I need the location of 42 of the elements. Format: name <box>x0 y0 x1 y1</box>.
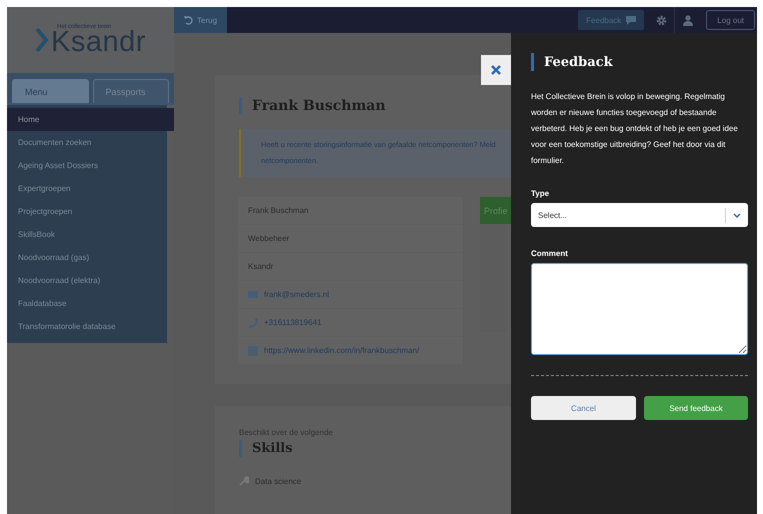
accent-bar <box>239 97 242 114</box>
sidebar-tab[interactable]: Passports <box>92 79 169 103</box>
logout-button[interactable]: Log out <box>706 10 755 30</box>
accent-bar <box>531 53 534 71</box>
speech-bubble-icon <box>626 16 636 24</box>
menu-item[interactable]: Home <box>7 108 174 131</box>
email-link[interactable]: frank@smeders.nl <box>264 290 330 299</box>
phone-link[interactable]: +316113819641 <box>264 318 322 327</box>
menu-item[interactable]: Expertgroepen <box>7 177 167 200</box>
panel-title: Feedback <box>544 54 613 70</box>
linkedin-icon <box>248 346 258 356</box>
panel-description: Het Collectieve Brein is volop in beweging. Regelmatig worden er nieuwe functies toegevoegd of bestaande verbeterd. Heb je een bug ontdekt of heb je een goed idee voor een toekomstige uitbreiding? Geef het door via dit formulier. <box>531 91 739 167</box>
phone-icon <box>248 318 258 328</box>
cancel-button[interactable]: Cancel <box>531 396 636 420</box>
settings-icon <box>656 14 667 26</box>
menu-item[interactable]: Ageing Asset Dossiers <box>7 154 167 177</box>
sidebar-tab[interactable]: Menu <box>12 79 88 103</box>
profile-name: Frank Buschman <box>252 98 386 114</box>
undo-icon <box>184 16 193 24</box>
envelope-icon <box>248 290 258 300</box>
menu-item[interactable]: SkillsBook <box>7 223 167 246</box>
comment-field[interactable] <box>531 263 748 355</box>
chevron-mark-icon <box>35 27 50 53</box>
field-label: Comment <box>531 249 569 258</box>
send-button[interactable]: Send feedback <box>644 396 748 420</box>
user-icon <box>682 14 693 26</box>
wrench-icon <box>239 476 249 486</box>
menu-item[interactable]: Faaldatabase <box>7 292 167 315</box>
field-label: Type <box>531 189 550 198</box>
menu-item[interactable]: Transformatorolie database <box>7 315 167 338</box>
chevron-down-icon <box>733 212 741 218</box>
skills-title: Skills <box>252 441 293 456</box>
linkedin-link[interactable]: https://www.linkedin.com/in/frankbuschman/ <box>264 346 420 355</box>
type-select[interactable]: Select... <box>531 203 748 227</box>
menu-item[interactable]: Documenten zoeken <box>7 131 167 154</box>
menu-item[interactable]: Projectgroepen <box>7 200 167 223</box>
menu-item[interactable]: Noodvoorraad (gas) <box>7 246 167 269</box>
back-button[interactable]: Terug <box>174 7 228 33</box>
close-icon <box>491 65 501 75</box>
accent-bar <box>239 440 242 457</box>
menu-item[interactable]: Noodvoorraad (elektra) <box>7 269 167 292</box>
close-button[interactable] <box>481 55 511 85</box>
